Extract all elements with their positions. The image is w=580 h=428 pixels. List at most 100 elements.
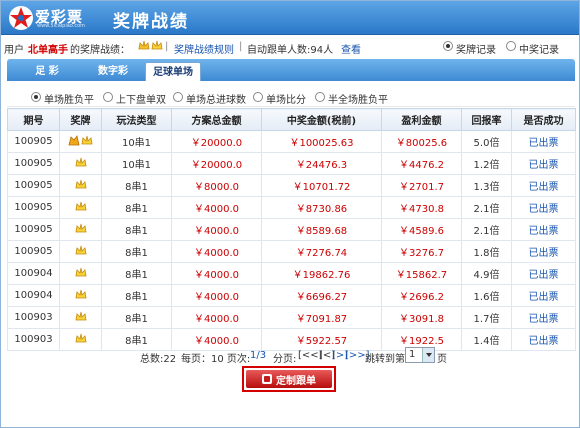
status-link[interactable]: 已出票 bbox=[511, 218, 576, 241]
return-rate-cell: 1.4倍 bbox=[461, 328, 512, 351]
radio-half-full-time[interactable] bbox=[315, 92, 325, 102]
play-type-cell: 10串1 bbox=[101, 152, 172, 175]
title-bar: 爱彩票 www.5icaipiao.com 奖牌战绩 bbox=[1, 1, 579, 35]
return-rate-cell: 2.1倍 bbox=[461, 218, 512, 241]
column-header: 方案总金额 bbox=[171, 108, 262, 131]
order-icon bbox=[262, 374, 272, 384]
logo: 爱彩票 www.5icaipiao.com bbox=[7, 4, 103, 32]
crown-icon bbox=[75, 333, 87, 347]
logo-url: www.5icaipiao.com bbox=[37, 23, 86, 29]
return-rate-cell: 1.8倍 bbox=[461, 240, 512, 263]
tab-football-lottery[interactable]: 足 彩 bbox=[27, 62, 67, 81]
radio-award-record[interactable] bbox=[443, 41, 453, 51]
play-type-cell: 8串1 bbox=[101, 328, 172, 351]
table-row: 100905 10串1 ￥20000.0 ￥100025.63 ￥80025.6 5.0倍… bbox=[7, 130, 576, 153]
award-cell bbox=[59, 174, 102, 197]
period-cell: 100905 bbox=[7, 152, 60, 175]
user-prefix: 用户 bbox=[4, 45, 24, 56]
status-link[interactable]: 已出票 bbox=[511, 284, 576, 307]
total-amount-cell: ￥4000.0 bbox=[171, 218, 262, 241]
total-amount-cell: ￥20000.0 bbox=[171, 152, 262, 175]
total-amount-cell: ￥4000.0 bbox=[171, 196, 262, 219]
return-rate-cell: 1.2倍 bbox=[461, 152, 512, 175]
award-cell bbox=[59, 262, 102, 285]
custom-follow-highlight: 定制跟单 bbox=[242, 366, 336, 392]
status-link[interactable]: 已出票 bbox=[511, 152, 576, 175]
jump-label: 跳转到第 bbox=[365, 354, 405, 365]
crown-icon bbox=[75, 245, 87, 259]
status-link[interactable]: 已出票 bbox=[511, 306, 576, 329]
crown-icon bbox=[81, 135, 93, 149]
win-amount-cell: ￥5922.57 bbox=[261, 328, 382, 351]
page-jump-select[interactable]: 1 bbox=[405, 347, 435, 363]
award-cell bbox=[59, 152, 102, 175]
profit-amount-cell: ￥4730.8 bbox=[381, 196, 462, 219]
tab-single-match[interactable]: 足球单场 bbox=[145, 62, 201, 81]
return-rate-cell: 2.1倍 bbox=[461, 196, 512, 219]
profit-amount-cell: ￥2701.7 bbox=[381, 174, 462, 197]
radio-exact-score[interactable] bbox=[253, 92, 263, 102]
status-link[interactable]: 已出票 bbox=[511, 328, 576, 351]
gold-medal-icon bbox=[138, 40, 150, 50]
radio-total-goals[interactable] bbox=[173, 92, 183, 102]
crown-icon bbox=[151, 40, 163, 50]
return-rate-cell: 1.7倍 bbox=[461, 306, 512, 329]
status-link[interactable]: 已出票 bbox=[511, 196, 576, 219]
separator: | bbox=[165, 41, 169, 52]
column-header: 回报率 bbox=[461, 108, 512, 131]
custom-follow-label: 定制跟单 bbox=[276, 375, 316, 387]
play-type-options: 单场胜负平 上下盘单双 单场总进球数 单场比分 半全场胜负平 bbox=[7, 85, 575, 107]
period-cell: 100903 bbox=[7, 328, 60, 351]
chevron-down-icon[interactable] bbox=[422, 348, 434, 362]
table-row: 100905 8串1 ￥4000.0 ￥8589.68 ￥4589.6 2.1倍 已出票 bbox=[7, 218, 576, 241]
play-type-cell: 8串1 bbox=[101, 262, 172, 285]
total-count: 总数:22 bbox=[140, 354, 177, 365]
view-link[interactable]: 查看 bbox=[341, 41, 361, 56]
table-row: 100905 8串1 ￥4000.0 ￥7276.74 ￥3276.7 1.8倍 已出票 bbox=[7, 240, 576, 263]
return-rate-cell: 5.0倍 bbox=[461, 130, 512, 153]
per-page-info: 每页：10 页次: bbox=[181, 354, 251, 365]
total-amount-cell: ￥4000.0 bbox=[171, 240, 262, 263]
status-link[interactable]: 已出票 bbox=[511, 130, 576, 153]
win-amount-cell: ￥100025.63 bbox=[261, 130, 382, 153]
total-amount-cell: ￥4000.0 bbox=[171, 262, 262, 285]
pagination: 总数:22 每页：10 页次: 1/3 分页: [<<] [<] [>] [>>… bbox=[1, 347, 579, 365]
page-jump-value: 1 bbox=[409, 349, 416, 360]
status-link[interactable]: 已出票 bbox=[511, 240, 576, 263]
period-cell: 100904 bbox=[7, 284, 60, 307]
award-cell bbox=[59, 284, 102, 307]
radio-win-draw-lose[interactable] bbox=[31, 92, 41, 102]
column-header: 是否成功 bbox=[511, 108, 576, 131]
return-rate-cell: 1.6倍 bbox=[461, 284, 512, 307]
award-cell bbox=[59, 130, 102, 153]
return-rate-cell: 4.9倍 bbox=[461, 262, 512, 285]
table-row: 100904 8串1 ￥4000.0 ￥19862.76 ￥15862.7 4.9倍 已出票 bbox=[7, 262, 576, 285]
win-amount-cell: ￥8589.68 bbox=[261, 218, 382, 241]
crown-icon bbox=[75, 267, 87, 281]
option-label: 单场比分 bbox=[266, 95, 306, 106]
win-amount-cell: ￥8730.86 bbox=[261, 196, 382, 219]
rules-link[interactable]: 奖牌战绩规则 bbox=[174, 41, 234, 56]
award-record-table: 期号 奖牌 玩法类型 方案总金额 中奖金额(税前) 盈利金额 回报率 是否成功 … bbox=[7, 108, 576, 351]
table-body: 100905 10串1 ￥20000.0 ￥100025.63 ￥80025.6 5.0倍… bbox=[7, 130, 576, 351]
radio-handicap-odd-even[interactable] bbox=[103, 92, 113, 102]
crown-icon bbox=[75, 289, 87, 303]
play-type-cell: 8串1 bbox=[101, 218, 172, 241]
period-cell: 100904 bbox=[7, 262, 60, 285]
table-row: 100904 8串1 ￥4000.0 ￥6696.27 ￥2696.2 1.6倍 已出票 bbox=[7, 284, 576, 307]
custom-follow-button[interactable]: 定制跟单 bbox=[246, 370, 332, 388]
info-bar: 用户 北单高手 的奖牌战绩： | 奖牌战绩规则 | 自动跟单人数:94人 查看 … bbox=[1, 36, 579, 58]
play-type-cell: 8串1 bbox=[101, 196, 172, 219]
radio-win-record[interactable] bbox=[506, 41, 516, 51]
table-row: 100905 8串1 ￥8000.0 ￥10701.72 ￥2701.7 1.3倍 已出票 bbox=[7, 174, 576, 197]
tab-bar: 足 彩 数字彩 足球单场 bbox=[7, 59, 575, 81]
username[interactable]: 北单高手 bbox=[28, 41, 68, 56]
status-link[interactable]: 已出票 bbox=[511, 174, 576, 197]
status-link[interactable]: 已出票 bbox=[511, 262, 576, 285]
total-amount-cell: ￥20000.0 bbox=[171, 130, 262, 153]
win-amount-cell: ￥7091.87 bbox=[261, 306, 382, 329]
award-cell bbox=[59, 196, 102, 219]
win-amount-cell: ￥19862.76 bbox=[261, 262, 382, 285]
column-header: 奖牌 bbox=[59, 108, 102, 131]
tab-number-lottery[interactable]: 数字彩 bbox=[89, 62, 137, 81]
